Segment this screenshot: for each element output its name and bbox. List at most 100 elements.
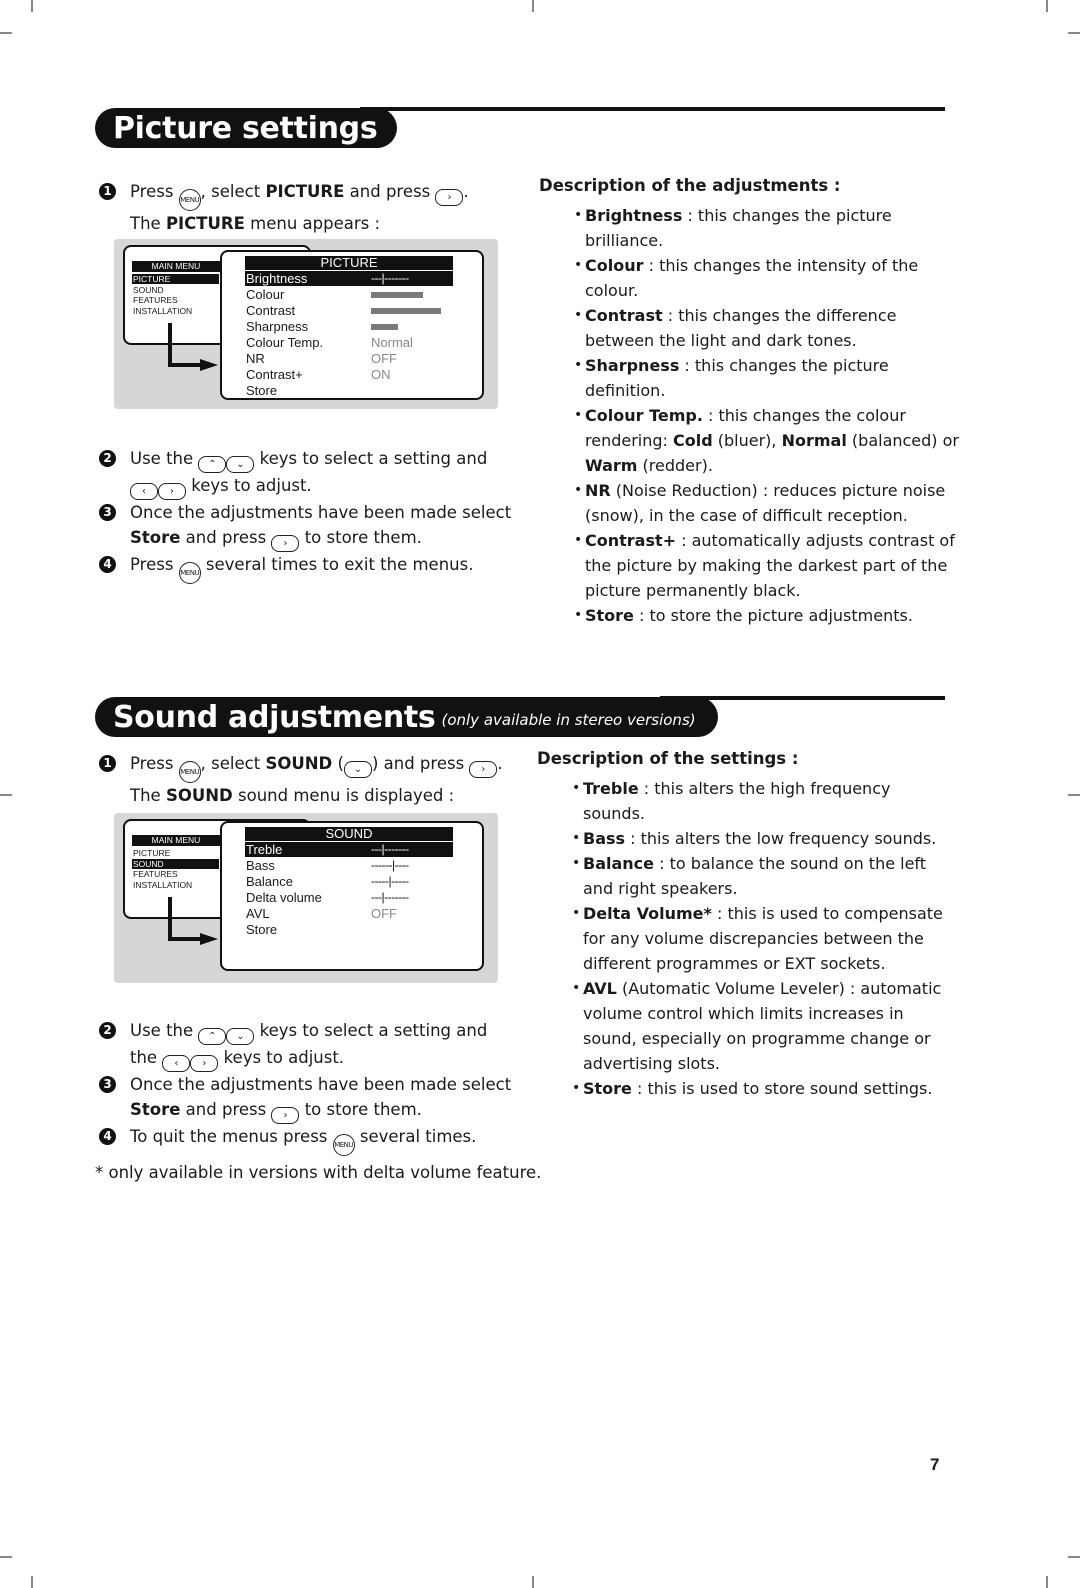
submenu-row[interactable]: Store xyxy=(245,922,453,937)
setting-label: AVL xyxy=(246,906,270,921)
emphasis-text: SOUND xyxy=(265,754,333,773)
main-menu-item[interactable]: SOUND xyxy=(132,285,219,295)
instruction-step: 3 Once the adjustments have been made sel… xyxy=(97,500,527,552)
setting-label: Colour Temp. xyxy=(246,335,324,350)
step-text: Press xyxy=(130,555,179,574)
submenu-row[interactable]: Treble ---|------- xyxy=(245,842,453,857)
main-menu-item[interactable]: INSTALLATION xyxy=(132,880,219,890)
section-rule xyxy=(360,107,945,111)
description-item: Balance : to balance the sound on the le… xyxy=(572,851,957,901)
submenu-row[interactable]: Store xyxy=(245,383,453,398)
submenu-title: PICTURE xyxy=(245,256,453,270)
menu-key-icon: MENU xyxy=(178,761,201,783)
left-key-icon: ‹ xyxy=(130,483,158,500)
description-item: Bass : this alters the low frequency sou… xyxy=(572,826,957,851)
description-item: Treble : this alters the high frequency … xyxy=(572,776,957,826)
step-text: menu appears : xyxy=(244,214,381,233)
description-item: Store : this is used to store sound sett… xyxy=(572,1076,957,1101)
step-number-icon: 3 xyxy=(99,504,116,521)
main-menu-item[interactable]: SOUND xyxy=(132,858,219,869)
sound-description: Description of the settings : Treble : th… xyxy=(537,748,957,1101)
arrow-connector xyxy=(168,937,202,941)
description-term: Colour Temp. xyxy=(585,406,703,425)
submenu-row[interactable]: Sharpness xyxy=(245,319,453,334)
crop-mark xyxy=(1046,0,1048,12)
instruction-step: 1 Press MENU, select PICTURE and press ›.… xyxy=(97,179,527,236)
crop-mark xyxy=(0,794,12,796)
step-text: several times to exit the menus. xyxy=(200,555,474,574)
submenu-row[interactable]: NR OFF xyxy=(245,351,453,366)
section-header-sound: Sound adjustments (only available in ste… xyxy=(95,697,718,737)
arrow-head-icon xyxy=(200,933,218,945)
emphasis-text: Store xyxy=(130,1100,181,1119)
step-line: Use the ⌃ ⌄ keys to select a setting and xyxy=(130,446,527,473)
description-text: (Noise Reduction) : reduces picture nois… xyxy=(585,481,946,525)
description-term: Sharpness xyxy=(585,356,680,375)
description-term: Brightness xyxy=(585,206,683,225)
submenu-row[interactable]: Contrast+ ON xyxy=(245,367,453,382)
description-text: : this is used to store sound settings. xyxy=(631,1079,933,1098)
emphasis-text: PICTURE xyxy=(165,214,245,233)
emphasis-text: Store xyxy=(130,528,181,547)
step-text: Use the xyxy=(130,1021,199,1040)
description-item: AVL (Automatic Volume Leveler) : automat… xyxy=(572,976,957,1076)
submenu-row[interactable]: Colour xyxy=(245,287,453,302)
submenu-row[interactable]: Bass ------|---- xyxy=(245,858,453,873)
description-list: Brightness : this changes the picture br… xyxy=(539,203,959,628)
crop-mark xyxy=(532,1576,534,1588)
submenu-row[interactable]: Balance -----|----- xyxy=(245,874,453,889)
submenu-row[interactable]: AVL OFF xyxy=(245,906,453,921)
instruction-step: 4 To quit the menus press MENU several ti… xyxy=(97,1124,537,1156)
right-key-icon: › xyxy=(469,761,498,778)
step-text: Use the xyxy=(130,449,199,468)
setting-label: Delta volume xyxy=(246,890,322,905)
main-menu-item[interactable]: PICTURE xyxy=(132,274,219,284)
description-term: AVL xyxy=(583,979,617,998)
description-item: Sharpness : this changes the picture def… xyxy=(574,353,959,403)
instruction-step: 2 Use the ⌃ ⌄ keys to select a setting and… xyxy=(97,1018,537,1072)
step-text: ( xyxy=(332,754,344,773)
step-text: to store them. xyxy=(299,1100,422,1119)
step-text: The xyxy=(130,786,166,805)
main-menu-item[interactable]: FEATURES xyxy=(132,295,219,305)
main-menu-item[interactable]: FEATURES xyxy=(132,869,219,879)
main-menu-item[interactable]: PICTURE xyxy=(132,848,219,858)
crop-mark xyxy=(0,32,12,34)
description-heading: Description of the adjustments : xyxy=(539,176,841,195)
setting-value: ---|------- xyxy=(371,842,409,856)
setting-label: Treble xyxy=(246,842,283,857)
description-text: : to store the picture adjustments. xyxy=(633,606,913,625)
step-line: the ‹ › keys to adjust. xyxy=(130,1045,537,1072)
submenu-row[interactable]: Contrast xyxy=(245,303,453,318)
step-line: The PICTURE menu appears : xyxy=(130,211,527,236)
step-text: keys to adjust. xyxy=(186,476,312,495)
crop-mark xyxy=(1046,1576,1048,1588)
submenu-row[interactable]: Colour Temp. Normal xyxy=(245,335,453,350)
step-text: . xyxy=(497,754,503,773)
up-key-icon: ⌃ xyxy=(198,456,227,473)
step-text: and press xyxy=(180,1100,272,1119)
submenu-row[interactable]: Brightness ---|------- xyxy=(245,271,453,286)
description-item: Contrast : this changes the difference b… xyxy=(574,303,959,353)
setting-label: Bass xyxy=(246,858,275,873)
main-menu-item[interactable]: INSTALLATION xyxy=(132,306,219,316)
step-text: and press xyxy=(344,182,436,201)
step-line: Once the adjustments have been made sele… xyxy=(130,1072,537,1097)
crop-mark xyxy=(1068,1556,1080,1558)
step-text: The xyxy=(130,214,166,233)
step-line: To quit the menus press MENU several tim… xyxy=(130,1124,537,1156)
section-header-picture: Picture settings xyxy=(95,108,398,148)
crop-mark xyxy=(31,0,33,12)
step-number-icon: 3 xyxy=(99,1076,116,1093)
submenu-row[interactable]: Delta volume ---|------- xyxy=(245,890,453,905)
step-line: Press MENU, select PICTURE and press ›. xyxy=(130,179,527,211)
description-text: : this alters the low frequency sounds. xyxy=(625,829,937,848)
description-text: (balanced) or xyxy=(846,431,959,450)
step-text: to store them. xyxy=(299,528,422,547)
picture-menu-diagram: MAIN MENU PICTURE SOUND FEATURES INSTALLATIO… xyxy=(114,239,498,409)
setting-label: Sharpness xyxy=(246,319,309,334)
setting-value: OFF xyxy=(371,906,397,921)
step-text: sound menu is displayed : xyxy=(232,786,455,805)
setting-value: ---|------- xyxy=(371,271,409,285)
step-line: Store and press › to store them. xyxy=(130,525,527,552)
